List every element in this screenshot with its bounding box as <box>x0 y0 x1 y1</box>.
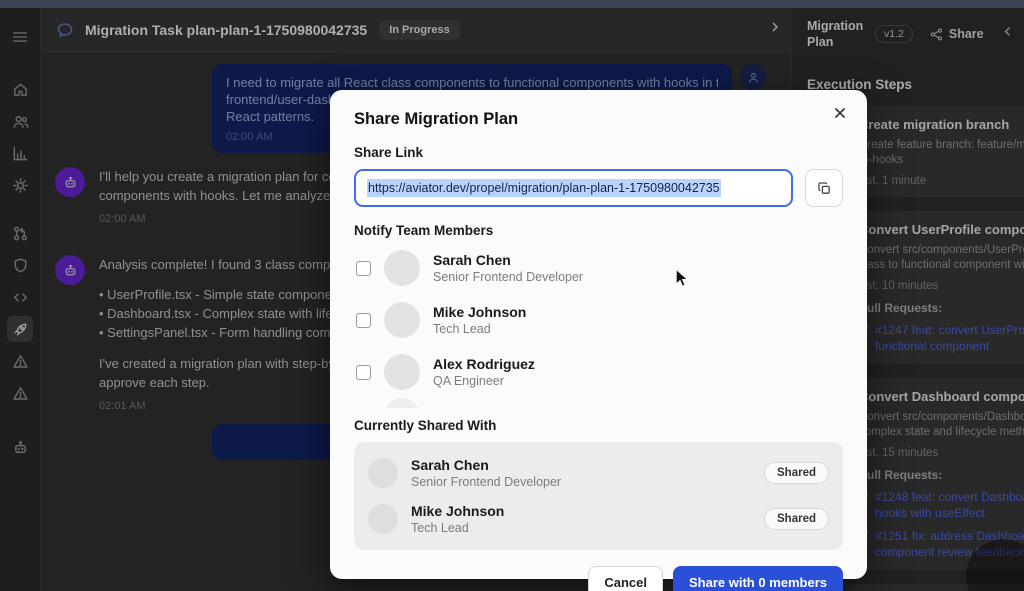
avatar <box>368 458 398 488</box>
copy-icon <box>817 181 830 194</box>
shared-row: Mike Johnson Tech Lead Shared <box>368 496 829 542</box>
close-icon <box>834 107 846 119</box>
member-info: Alex Rodriguez QA Engineer <box>433 355 535 389</box>
shared-row: Sarah Chen Senior Frontend Developer Sha… <box>368 450 829 496</box>
member-name: Sarah Chen <box>433 252 511 268</box>
member-name: Alex Rodriguez <box>433 356 535 372</box>
member-row[interactable]: Mike Johnson Tech Lead <box>354 294 843 346</box>
notify-members-label: Notify Team Members <box>354 223 494 238</box>
member-name: Sarah Chen <box>411 457 489 473</box>
shared-with-card: Sarah Chen Senior Frontend Developer Sha… <box>354 442 843 550</box>
share-link-label: Share Link <box>354 145 424 160</box>
member-row-partial <box>354 398 843 408</box>
avatar <box>384 302 420 338</box>
modal-title: Share Migration Plan <box>354 110 519 128</box>
member-list: Sarah Chen Senior Frontend Developer Mik… <box>354 242 843 408</box>
modal-footer: Cancel Share with 0 members <box>354 566 843 591</box>
member-checkbox[interactable] <box>356 364 371 380</box>
member-info: Sarah Chen Senior Frontend Developer <box>411 456 561 490</box>
member-name: Mike Johnson <box>433 304 527 320</box>
copy-link-button[interactable] <box>805 169 843 207</box>
avatar <box>384 354 420 390</box>
app-root: Migration Task plan-plan-1-1750980042735… <box>0 0 1024 591</box>
avatar <box>384 250 420 286</box>
member-role: Senior Frontend Developer <box>433 270 584 284</box>
close-modal-button[interactable] <box>829 102 851 124</box>
member-info: Mike Johnson Tech Lead <box>433 303 526 337</box>
member-role: QA Engineer <box>433 374 504 388</box>
member-info: Mike Johnson Tech Lead <box>411 502 504 536</box>
member-row[interactable]: Sarah Chen Senior Frontend Developer <box>354 242 843 294</box>
member-role: Tech Lead <box>411 521 469 535</box>
member-checkbox[interactable] <box>356 312 371 328</box>
cancel-button[interactable]: Cancel <box>588 566 663 591</box>
share-modal: Share Migration Plan Share Link https://… <box>330 90 867 591</box>
member-role: Tech Lead <box>433 322 491 336</box>
member-checkbox[interactable] <box>356 260 371 276</box>
share-link-value: https://aviator.dev/propel/migration/pla… <box>367 179 721 197</box>
member-row[interactable]: Alex Rodriguez QA Engineer <box>354 346 843 398</box>
shared-status-badge: Shared <box>764 508 829 530</box>
member-role: Senior Frontend Developer <box>411 475 562 489</box>
currently-shared-label: Currently Shared With <box>354 418 497 433</box>
member-info: Sarah Chen Senior Frontend Developer <box>433 251 583 285</box>
share-submit-button[interactable]: Share with 0 members <box>673 566 843 591</box>
share-link-input[interactable]: https://aviator.dev/propel/migration/pla… <box>354 169 793 207</box>
shared-status-badge: Shared <box>764 462 829 484</box>
member-name: Mike Johnson <box>411 503 505 519</box>
avatar <box>368 504 398 534</box>
avatar <box>384 398 420 408</box>
